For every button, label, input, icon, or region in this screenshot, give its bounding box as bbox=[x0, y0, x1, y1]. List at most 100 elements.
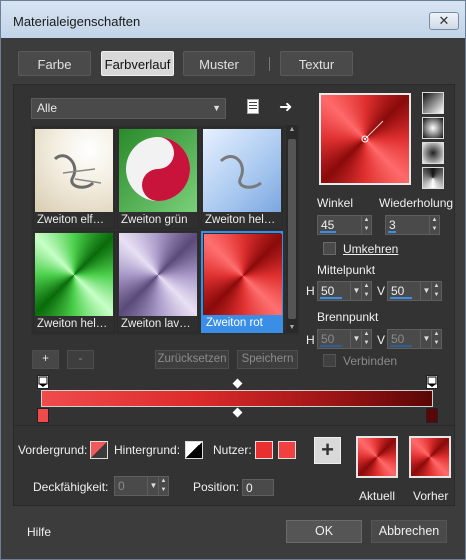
winkel-value: 45 bbox=[321, 218, 335, 232]
gradient-preview bbox=[35, 233, 113, 317]
ok-button[interactable]: OK bbox=[286, 520, 362, 543]
hintergrund-swatch[interactable] bbox=[185, 441, 203, 459]
cancel-button[interactable]: Abbrechen bbox=[371, 520, 447, 543]
rectangular-style-button[interactable] bbox=[422, 142, 444, 164]
vordergrund-swatch[interactable] bbox=[90, 441, 108, 459]
remove-gradient-button[interactable]: - bbox=[67, 350, 94, 369]
spin-arrows-icon[interactable]: ▲ ▼ bbox=[361, 216, 371, 234]
winkel-label: Winkel bbox=[317, 196, 354, 210]
gradient-preview bbox=[119, 129, 197, 213]
winkel-spinner[interactable]: 45 ▲ ▼ bbox=[317, 215, 372, 235]
mittelpunkt-h-value: 50 bbox=[321, 284, 335, 298]
brennpunkt-h-spinner[interactable]: 50 ▼ ▲ ▼ bbox=[317, 329, 372, 349]
color-stop-left[interactable] bbox=[37, 408, 49, 423]
gradient-thumb-label: Zweiton elf… bbox=[34, 212, 114, 228]
category-value: Alle bbox=[37, 101, 58, 115]
mittelpunkt-v-value: 50 bbox=[391, 284, 405, 298]
gradient-preview bbox=[119, 233, 197, 317]
spin-arrows-icon[interactable]: ▲ ▼ bbox=[431, 330, 441, 348]
wiederholung-label: Wiederholung bbox=[379, 196, 454, 210]
mittelpunkt-h-spinner[interactable]: 50 ▼ ▲ ▼ bbox=[317, 281, 372, 301]
window-title: Materialeigenschaften bbox=[13, 14, 141, 29]
hintergrund-label: Hintergrund: bbox=[114, 443, 181, 457]
gradient-editor-bar[interactable] bbox=[41, 390, 433, 407]
tab-muster[interactable]: Muster bbox=[183, 51, 255, 76]
gradient-gallery: Zweiton elf… Zweiton grün Zweiton hel… Z… bbox=[31, 125, 299, 335]
add-to-swatches-button[interactable]: + bbox=[314, 437, 341, 464]
umkehren-checkbox[interactable] bbox=[323, 242, 336, 255]
gradient-thumb[interactable]: Zweiton lav… bbox=[117, 231, 199, 333]
document-icon[interactable] bbox=[244, 98, 262, 116]
radial-style-button[interactable] bbox=[422, 117, 444, 139]
gradient-thumb-selected[interactable]: Zweiton rot bbox=[201, 231, 283, 333]
gradient-thumb-label: Zweiton rot bbox=[203, 315, 283, 331]
brennpunkt-v-value: 50 bbox=[391, 332, 405, 346]
verbinden-label: Verbinden bbox=[343, 354, 398, 368]
save-button[interactable]: Speichern bbox=[237, 350, 298, 369]
mittelpunkt-h-label: H bbox=[306, 284, 315, 298]
brennpunkt-v-bar bbox=[390, 345, 412, 347]
close-icon: ✕ bbox=[438, 13, 450, 28]
previous-swatch[interactable] bbox=[409, 436, 451, 478]
wiederholung-value: 3 bbox=[389, 218, 396, 232]
gradient-thumb[interactable]: Zweiton hel… bbox=[33, 231, 115, 333]
category-select[interactable]: Alle ▼ bbox=[31, 98, 226, 119]
opacity-stop-right[interactable] bbox=[426, 375, 438, 389]
close-button[interactable]: ✕ bbox=[429, 12, 459, 30]
gallery-scrollbar[interactable]: ▲ ▼ bbox=[286, 125, 298, 333]
help-link[interactable]: Hilfe bbox=[27, 525, 51, 539]
deckfaehigkeit-spinner[interactable]: 0 ▼ ▲ ▼ bbox=[114, 476, 169, 496]
add-gradient-button[interactable]: + bbox=[32, 350, 59, 369]
title-bar: Materialeigenschaften ✕ bbox=[1, 1, 465, 38]
gradient-thumb[interactable]: Zweiton grün bbox=[117, 127, 199, 229]
vordergrund-label: Vordergrund: bbox=[18, 443, 88, 457]
scroll-down-icon[interactable]: ▼ bbox=[286, 323, 298, 333]
wiederholung-spinner[interactable]: 3 ▲ ▼ bbox=[385, 215, 440, 235]
linear-style-button[interactable] bbox=[422, 92, 444, 114]
spin-arrows-icon[interactable]: ▲ ▼ bbox=[361, 282, 371, 300]
sunburst-style-button[interactable] bbox=[422, 167, 444, 189]
gradient-preview-large[interactable] bbox=[319, 93, 411, 185]
current-swatch[interactable] bbox=[356, 436, 398, 478]
brennpunkt-v-spinner[interactable]: 50 ▼ ▲ ▼ bbox=[387, 329, 442, 349]
brennpunkt-label: Brennpunkt bbox=[317, 310, 379, 324]
tab-farbe[interactable]: Farbe bbox=[18, 51, 91, 76]
position-value: 0 bbox=[246, 481, 253, 495]
gradient-preview bbox=[35, 129, 113, 213]
spin-arrows-icon[interactable]: ▲ ▼ bbox=[158, 477, 168, 495]
color-stop-right[interactable] bbox=[426, 408, 438, 423]
arrow-right-icon[interactable]: ➜ bbox=[279, 97, 297, 116]
spin-arrows-icon[interactable]: ▲ ▼ bbox=[429, 216, 439, 234]
plus-icon: + bbox=[321, 437, 334, 462]
reset-button[interactable]: Zurücksetzen bbox=[155, 350, 229, 369]
gradient-thumb[interactable]: Zweiton elf… bbox=[33, 127, 115, 229]
scroll-up-icon[interactable]: ▲ bbox=[286, 125, 298, 135]
nutzer-swatch-2[interactable] bbox=[278, 441, 296, 459]
opacity-stop-left[interactable] bbox=[37, 375, 49, 389]
gradient-thumb[interactable]: Zweiton hel… bbox=[201, 127, 283, 229]
spin-arrows-icon[interactable]: ▲ ▼ bbox=[361, 330, 371, 348]
mittelpunkt-v-spinner[interactable]: 50 ▼ ▲ ▼ bbox=[387, 281, 442, 301]
winkel-bar bbox=[320, 231, 336, 233]
gradient-thumb-label: Zweiton hel… bbox=[34, 316, 114, 332]
mittelpunkt-v-bar bbox=[390, 297, 412, 299]
tab-textur[interactable]: Textur bbox=[280, 51, 353, 76]
gradient-preview bbox=[203, 129, 281, 213]
brennpunkt-v-label: V bbox=[377, 333, 386, 347]
brennpunkt-h-label: H bbox=[306, 333, 315, 347]
verbinden-checkbox[interactable] bbox=[323, 354, 336, 367]
gradient-thumb-label: Zweiton grün bbox=[118, 212, 198, 228]
nutzer-label: Nutzer: bbox=[213, 443, 252, 457]
spin-arrows-icon[interactable]: ▲ ▼ bbox=[431, 282, 441, 300]
position-input[interactable]: 0 bbox=[242, 479, 274, 496]
tab-farbverlauf[interactable]: Farbverlauf bbox=[101, 51, 174, 76]
gradient-preview bbox=[204, 234, 282, 318]
chevron-down-icon: ▼ bbox=[212, 103, 221, 113]
aktuell-label: Aktuell bbox=[359, 489, 396, 503]
scrollbar-thumb[interactable] bbox=[288, 139, 296, 319]
nutzer-swatch[interactable] bbox=[255, 441, 273, 459]
mittelpunkt-label: Mittelpunkt bbox=[317, 263, 376, 277]
gradient-thumb-label: Zweiton hel… bbox=[202, 212, 282, 228]
gradient-thumb-label: Zweiton lav… bbox=[118, 316, 198, 332]
vorher-label: Vorher bbox=[413, 489, 449, 503]
